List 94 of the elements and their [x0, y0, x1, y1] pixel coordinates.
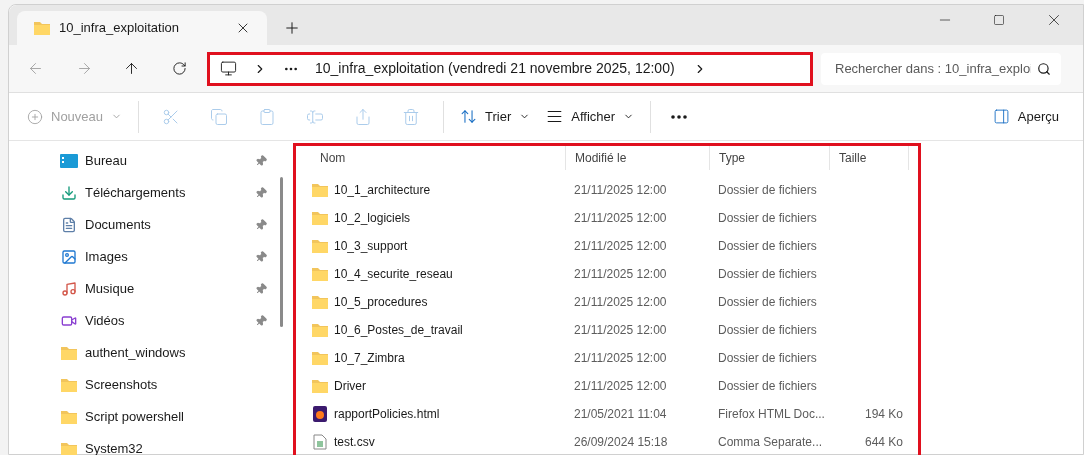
folder-icon	[311, 210, 329, 226]
file-name: 10_1_architecture	[334, 182, 431, 199]
file-size: 644 Ko	[864, 435, 903, 449]
folder-icon	[311, 378, 329, 394]
folder-icon	[311, 350, 329, 366]
file-type: Dossier de fichiers	[717, 210, 818, 227]
search-icon	[1037, 61, 1051, 76]
modified-date: 26/09/2024 15:18	[573, 434, 669, 451]
column-header[interactable]: Nom	[311, 146, 565, 170]
file-row[interactable]: 10_6_Postes_de_travail 21/11/2025 12:00 Dossier de fichiers	[296, 316, 918, 344]
file-name: 10_7_Zimbra	[334, 350, 405, 367]
view-button[interactable]: Afficher	[538, 100, 643, 133]
column-header[interactable]: Taille	[829, 146, 909, 170]
file-type: Dossier de fichiers	[717, 378, 818, 395]
modified-date: 21/11/2025 12:00	[573, 238, 668, 255]
file-name: 10_2_logiciels	[334, 210, 411, 227]
plus-icon	[27, 108, 43, 125]
download-icon	[61, 185, 77, 201]
address-bar[interactable]: 10_infra_exploitation (vendredi 21 novembre 2025, 12:00)	[207, 51, 813, 86]
lines-icon	[546, 108, 564, 125]
modified-date: 21/11/2025 12:00	[573, 350, 668, 367]
image-icon	[61, 249, 77, 265]
file-name: 10_5_procedures	[334, 294, 428, 311]
file-row[interactable]: 10_7_Zimbra 21/11/2025 12:00 Dossier de fichiers	[296, 344, 918, 372]
file-row[interactable]: rapportPolicies.html 21/05/2021 11:04 Firefox HTML Doc... 194 Ko	[296, 400, 918, 428]
video-icon	[61, 313, 77, 329]
file-type: Dossier de fichiers	[717, 294, 818, 311]
modified-date: 21/11/2025 12:00	[573, 182, 668, 199]
file-name: 10_4_securite_reseau	[334, 266, 453, 283]
file-type: Dossier de fichiers	[717, 322, 818, 339]
file-row[interactable]: 10_4_securite_reseau 21/11/2025 12:00 Dossier de fichiers	[296, 260, 918, 288]
panel-icon	[992, 108, 1010, 125]
sidebar-item[interactable]: Documents	[9, 209, 281, 241]
file-type: Comma Separate...	[717, 434, 824, 451]
folder-icon	[311, 266, 329, 282]
sidebar-item[interactable]: Téléchargements	[9, 177, 281, 209]
sort-button[interactable]: Trier	[452, 100, 539, 133]
music-icon	[61, 281, 77, 297]
folder-icon	[311, 294, 329, 310]
sidebar-item[interactable]: Musique	[9, 273, 281, 305]
modified-date: 21/11/2025 12:00	[573, 210, 668, 227]
computer-icon	[220, 60, 237, 77]
modified-date: 21/05/2021 11:04	[573, 406, 668, 423]
sidebar-item[interactable]: Script powershell	[9, 401, 281, 433]
file-type: Dossier de fichiers	[717, 238, 818, 255]
sidebar-item[interactable]: Screenshots	[9, 369, 281, 401]
column-header[interactable]: Type	[709, 146, 829, 170]
file-type: Dossier de fichiers	[717, 182, 818, 199]
up-icon[interactable]	[123, 60, 140, 77]
file-name: rapportPolicies.html	[334, 406, 440, 423]
file-size: 194 Ko	[864, 407, 903, 421]
modified-date: 21/11/2025 12:00	[573, 266, 668, 283]
document-icon	[61, 217, 77, 233]
column-header[interactable]: Modifié le	[565, 146, 709, 170]
file-row[interactable]: 10_2_logiciels 21/11/2025 12:00 Dossier de fichiers	[296, 204, 918, 232]
scrollbar[interactable]	[280, 177, 283, 327]
folder-icon	[311, 182, 329, 198]
file-name: Driver	[334, 378, 366, 395]
file-row[interactable]: 10_3_support 21/11/2025 12:00 Dossier de fichiers	[296, 232, 918, 260]
folder-icon	[311, 322, 329, 338]
tab[interactable]: 10_infra_exploitation	[17, 11, 267, 45]
folder-icon	[33, 20, 51, 36]
file-name: 10_3_support	[334, 238, 408, 255]
file-type: Dossier de fichiers	[717, 266, 818, 283]
modified-date: 21/11/2025 12:00	[573, 322, 668, 339]
refresh-icon[interactable]	[172, 61, 187, 76]
file-name: 10_6_Postes_de_travail	[334, 322, 463, 339]
preview-button[interactable]: Aperçu	[984, 100, 1067, 133]
maximize-icon[interactable]	[993, 14, 1005, 26]
folder-icon	[60, 377, 78, 393]
file-row[interactable]: test.csv 26/09/2024 15:18 Comma Separate... 644 Ko	[296, 428, 918, 455]
folder-icon	[60, 345, 78, 361]
file-row[interactable]: 10_1_architecture 21/11/2025 12:00 Dossier de fichiers	[296, 176, 918, 204]
file-row[interactable]: Driver 21/11/2025 12:00 Dossier de fichiers	[296, 372, 918, 400]
new-tab-icon[interactable]	[283, 19, 301, 37]
spreadsheet-file-icon	[313, 434, 327, 450]
sidebar-item[interactable]: Bureau	[9, 145, 281, 177]
sidebar-item[interactable]: authent_windows	[9, 337, 281, 369]
file-name: test.csv	[334, 434, 375, 451]
desktop-icon	[60, 154, 78, 168]
forward-icon[interactable]	[76, 60, 93, 77]
folder-icon	[60, 441, 78, 455]
folder-icon	[311, 238, 329, 254]
sidebar-item[interactable]: Images	[9, 241, 281, 273]
file-row[interactable]: 10_5_procedures 21/11/2025 12:00 Dossier de fichiers	[296, 288, 918, 316]
folder-icon	[60, 409, 78, 425]
sort-icon	[460, 108, 478, 125]
file-type: Firefox HTML Doc...	[717, 406, 826, 423]
modified-date: 21/11/2025 12:00	[573, 294, 668, 311]
file-type: Dossier de fichiers	[717, 350, 818, 367]
browser-file-icon	[313, 406, 327, 422]
sidebar-item[interactable]: Vidéos	[9, 305, 281, 337]
modified-date: 21/11/2025 12:00	[573, 378, 668, 395]
back-icon[interactable]	[27, 60, 44, 77]
